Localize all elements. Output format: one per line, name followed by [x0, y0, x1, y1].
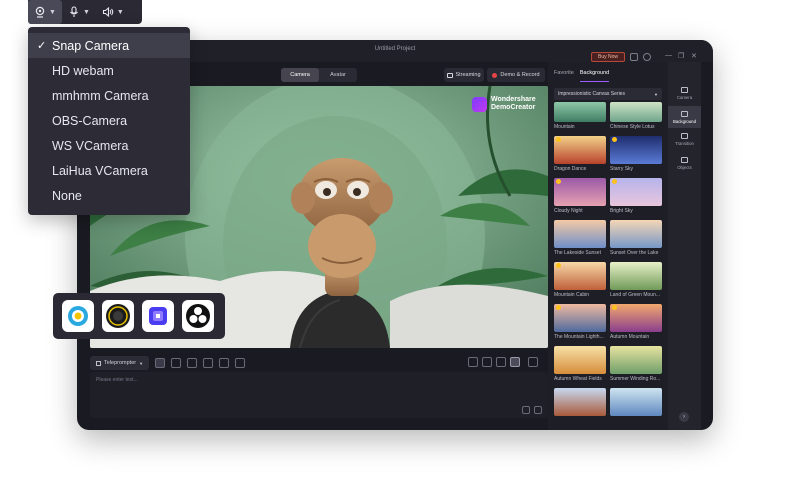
- hd-webcam-app-icon[interactable]: [102, 300, 134, 332]
- transition-icon: [681, 132, 688, 139]
- teleprompter-placeholder: Please enter text...: [96, 377, 138, 383]
- rail-objects[interactable]: Objects: [668, 152, 701, 174]
- edit-icon[interactable]: [528, 357, 538, 367]
- watermark: Wondershare DemoCreator: [472, 96, 536, 112]
- caret-down-icon: ▼: [139, 360, 144, 366]
- premium-crown-icon: [556, 305, 561, 310]
- background-thumb[interactable]: The Lakeside Sunset: [554, 220, 606, 258]
- buy-now-button[interactable]: Buy Now: [591, 52, 625, 62]
- eraser-tool-icon[interactable]: [219, 358, 230, 368]
- background-thumb[interactable]: Autumn Mountain: [610, 304, 662, 342]
- minimize-icon[interactable]: —: [665, 52, 672, 59]
- background-thumb[interactable]: Summer Winding Ro...: [610, 346, 662, 384]
- premium-crown-icon: [612, 179, 617, 184]
- camera-option[interactable]: WS VCamera: [28, 133, 190, 158]
- rail-background[interactable]: Background: [668, 106, 701, 128]
- camera-icon: [681, 86, 688, 93]
- objects-icon: [681, 156, 688, 163]
- select-tool-icon[interactable]: [155, 358, 166, 368]
- teleprompter-icon: [96, 360, 101, 366]
- background-thumb[interactable]: Mountain Cabin: [554, 262, 606, 300]
- teleprompter-text-area[interactable]: Please enter text...: [90, 372, 548, 418]
- rail-transition[interactable]: Transition: [668, 128, 701, 150]
- text-tool-icon[interactable]: [187, 358, 198, 368]
- panel-tabs: Favorite Background: [548, 70, 668, 82]
- layout-3-icon[interactable]: [496, 357, 506, 367]
- camera-option[interactable]: OBS-Camera: [28, 108, 190, 133]
- tab-favorite[interactable]: Favorite: [554, 70, 574, 82]
- teleprompter-dropdown[interactable]: Teleprompter ▼: [90, 356, 150, 370]
- mode-tabs: Camera Avatar: [281, 68, 357, 82]
- premium-crown-icon: [556, 137, 561, 142]
- tab-background[interactable]: Background: [579, 70, 610, 82]
- text-style-icon[interactable]: [534, 406, 542, 414]
- camera-option[interactable]: ✓ Snap Camera: [28, 33, 190, 58]
- record-icon: [492, 72, 498, 78]
- background-grid: Mountain Chinese Style Lotus Dragon Danc…: [554, 102, 662, 430]
- layout-1-icon[interactable]: [468, 357, 478, 367]
- caret-down-icon: ▼: [116, 8, 124, 16]
- camera-option[interactable]: None: [28, 183, 190, 208]
- checkmark-icon: ✓: [37, 40, 47, 52]
- microphone-icon: [70, 6, 78, 17]
- camera-apps-tray: [53, 293, 225, 339]
- camera-option[interactable]: LaiHua VCamera: [28, 158, 190, 183]
- close-icon[interactable]: ✕: [691, 52, 697, 60]
- camera-toggle[interactable]: ▼: [28, 0, 62, 24]
- background-thumb[interactable]: Chinese Style Lotus: [610, 102, 662, 132]
- rail-camera[interactable]: Camera: [668, 82, 701, 104]
- maximize-icon[interactable]: ❐: [678, 52, 684, 60]
- device-toolbar: ▼ ▼ ▼: [28, 0, 142, 24]
- layout-4-icon[interactable]: [510, 357, 520, 367]
- webcam-icon: [35, 6, 45, 18]
- premium-crown-icon: [556, 263, 561, 268]
- microphone-toggle[interactable]: ▼: [62, 0, 96, 24]
- background-thumb[interactable]: Starry Sky: [610, 136, 662, 174]
- tab-avatar[interactable]: Avatar: [319, 68, 357, 82]
- speaker-icon: [102, 6, 114, 18]
- background-icon: [681, 110, 688, 117]
- camera-dropdown-menu: ✓ Snap Camera HD webam mmhmm Camera OBS-C…: [28, 27, 190, 215]
- background-thumb[interactable]: Mountain: [554, 102, 606, 132]
- chevron-right-icon[interactable]: ›: [679, 412, 689, 422]
- mmhmm-app-icon[interactable]: [142, 300, 174, 332]
- background-thumb[interactable]: The Mountain Lighth...: [554, 304, 606, 342]
- account-icon[interactable]: [630, 53, 638, 61]
- snap-camera-app-icon[interactable]: [62, 300, 94, 332]
- streaming-button[interactable]: Streaming: [444, 68, 484, 82]
- font-size-icon[interactable]: [522, 406, 530, 414]
- background-panel: Favorite Background Impressionistic Canv…: [548, 62, 668, 430]
- streaming-icon: [447, 72, 454, 78]
- tab-camera[interactable]: Camera: [281, 68, 319, 82]
- rotate-tool-icon[interactable]: [203, 358, 214, 368]
- speaker-toggle[interactable]: ▼: [96, 0, 130, 24]
- caret-down-icon: ▼: [82, 8, 90, 16]
- chevron-down-icon: ▼: [654, 91, 658, 97]
- premium-crown-icon: [556, 179, 561, 184]
- teleprompter-toolbar: Teleprompter ▼: [90, 356, 548, 370]
- background-thumb[interactable]: Land of Green Moun...: [610, 262, 662, 300]
- pen-tool-icon[interactable]: [171, 358, 182, 368]
- star-tool-icon[interactable]: [235, 358, 246, 368]
- background-thumb[interactable]: Dragon Dance: [554, 136, 606, 174]
- premium-crown-icon: [612, 305, 617, 310]
- side-rail: Camera Background Transition Objects ›: [668, 62, 701, 430]
- obs-camera-app-icon[interactable]: [182, 300, 214, 332]
- background-thumb[interactable]: Sunset Over the Lake: [610, 220, 662, 258]
- background-thumb[interactable]: Bright Sky: [610, 178, 662, 216]
- settings-icon[interactable]: [643, 53, 651, 61]
- background-thumb[interactable]: Cloudy Night: [554, 178, 606, 216]
- camera-option[interactable]: HD webam: [28, 58, 190, 83]
- demo-record-button[interactable]: Demo & Record: [487, 68, 545, 82]
- premium-crown-icon: [612, 137, 617, 142]
- category-select[interactable]: Impressionistic Canvas Series ▼: [554, 88, 662, 100]
- camera-option[interactable]: mmhmm Camera: [28, 83, 190, 108]
- background-thumb[interactable]: Autumn Wheat Fields: [554, 346, 606, 384]
- layout-2-icon[interactable]: [482, 357, 492, 367]
- background-thumb[interactable]: [610, 388, 662, 426]
- background-thumb[interactable]: [554, 388, 606, 426]
- caret-down-icon: ▼: [49, 8, 56, 16]
- democreator-logo-icon: [472, 96, 487, 112]
